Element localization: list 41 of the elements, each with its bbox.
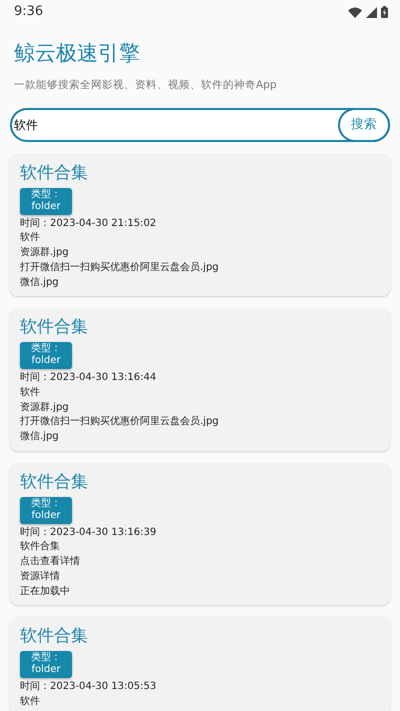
result-card[interactable]: 软件合集 类型： folder 时间：2023-04-30 13:16:39 软件合集 点击查看详情 资源详情 正在加载中	[10, 462, 390, 606]
type-value: folder	[30, 664, 62, 676]
search-button[interactable]: 搜索	[338, 108, 390, 142]
result-line: 软件	[20, 386, 41, 400]
result-line: 点击查看详情	[20, 555, 81, 570]
result-line: 软件	[20, 695, 41, 709]
type-label: 类型：	[30, 188, 62, 201]
type-value: folder	[30, 510, 62, 522]
result-title: 软件合集	[20, 162, 89, 184]
result-time: 时间：2023-04-30 13:05:53	[20, 680, 158, 694]
signal-icon	[366, 6, 377, 18]
result-line: 微信.jpg	[20, 276, 60, 290]
result-line: 资源详情	[20, 570, 61, 584]
result-card[interactable]: 软件合集 类型： folder 时间：2023-04-30 13:16:44 软件 资源群.jpg 打开微信扫一扫购买优惠价阿里云盘会员.jpg 微信.jpg	[10, 308, 390, 451]
result-line: 软件合集	[20, 540, 61, 554]
type-label: 类型：	[30, 343, 62, 355]
type-value: folder	[30, 200, 62, 213]
result-card[interactable]: 软件合集 类型： folder 时间：2023-04-30 21:15:02 软件 资源群.jpg 打开微信扫一扫购买优惠价阿里云盘会员.jpg 微信.jpg	[10, 154, 390, 296]
result-time: 时间：2023-04-30 21:15:02	[20, 216, 158, 231]
result-line: 资源群.jpg	[20, 400, 70, 415]
result-title: 软件合集	[20, 316, 89, 338]
battery-icon	[381, 6, 388, 18]
type-label: 类型：	[30, 498, 62, 510]
type-value: folder	[30, 355, 62, 368]
result-line: 微信.jpg	[20, 430, 60, 444]
result-line: 软件	[20, 231, 41, 246]
result-line: 资源群.jpg	[20, 246, 70, 260]
app-title: 鲸云极速引擎	[14, 40, 141, 67]
result-line: 正在加载中	[20, 584, 71, 599]
wifi-icon	[348, 6, 362, 18]
result-time: 时间：2023-04-30 13:16:44	[20, 371, 158, 386]
app-subtitle: 一款能够搜索全网影视、资料、视频、软件的神奇App	[14, 78, 278, 93]
result-line: 打开微信扫一扫购买优惠价阿里云盘会员.jpg	[20, 415, 220, 430]
result-card[interactable]: 软件合集 类型： folder 时间：2023-04-30 13:05:53 软件	[10, 617, 390, 711]
result-title: 软件合集	[20, 470, 89, 493]
type-label: 类型：	[30, 652, 62, 664]
search-field[interactable]: 软件 搜索	[10, 108, 390, 142]
result-time: 时间：2023-04-30 13:16:39	[20, 526, 158, 540]
status-time: 9:36	[14, 3, 44, 22]
result-title: 软件合集	[20, 625, 89, 648]
result-line: 打开微信扫一扫购买优惠价阿里云盘会员.jpg	[20, 260, 220, 275]
